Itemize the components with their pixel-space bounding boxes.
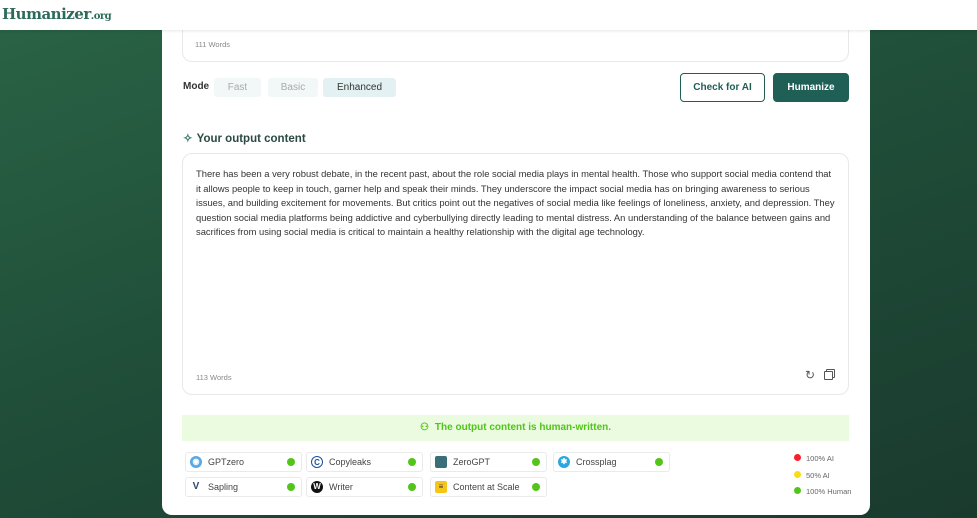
logo[interactable]: Humanizer.org <box>2 5 112 23</box>
legend-label: 50% AI <box>806 471 830 480</box>
detector-name: Crossplag <box>576 457 617 467</box>
detector-name: Content at Scale <box>453 482 520 492</box>
user-check-icon: ⚇ <box>419 422 429 433</box>
humanizer-card: 111 Words Mode Fast Basic Enhanced Check… <box>162 20 870 515</box>
result-text: The output content is human-written. <box>434 422 612 433</box>
writer-icon: W <box>311 481 323 493</box>
sparkle-icon: ✧ <box>183 133 193 145</box>
detector-content-at-scale: ≡ Content at Scale <box>430 477 547 497</box>
detector-sapling: V Sapling <box>185 477 302 497</box>
input-word-count: 111 Words <box>195 40 231 49</box>
legend-human: 100% Human <box>794 487 851 496</box>
crossplag-icon: ✱ <box>558 456 570 468</box>
yellow-dot <box>794 471 801 478</box>
detector-name: GPTzero <box>208 457 245 467</box>
logo-suffix: .org <box>90 11 112 22</box>
status-dot <box>408 483 416 491</box>
mode-basic[interactable]: Basic <box>268 78 318 97</box>
detector-gptzero: ◉ GPTzero <box>185 452 302 472</box>
legend-label: 100% AI <box>806 454 834 463</box>
green-dot <box>794 487 801 494</box>
output-box[interactable]: There has been a very robust debate, in … <box>182 153 849 395</box>
content-at-scale-icon: ≡ <box>435 481 447 493</box>
detector-name: ZeroGPT <box>453 457 491 467</box>
gptzero-icon: ◉ <box>190 456 202 468</box>
output-text[interactable]: There has been a very robust debate, in … <box>196 167 836 240</box>
red-dot <box>794 454 801 461</box>
status-dot <box>408 458 416 466</box>
detector-zerogpt: ZeroGPT <box>430 452 547 472</box>
output-word-count: 113 Words <box>196 373 232 382</box>
status-dot <box>287 458 295 466</box>
legend-half-ai: 50% AI <box>794 471 830 480</box>
legend-label: 100% Human <box>806 487 852 496</box>
detector-name: Sapling <box>208 482 239 492</box>
mode-enhanced[interactable]: Enhanced <box>323 78 396 97</box>
status-dot <box>287 483 295 491</box>
zerogpt-icon <box>435 456 447 468</box>
mode-fast[interactable]: Fast <box>214 78 261 97</box>
logo-text: Humanizer <box>2 5 91 23</box>
copy-icon[interactable] <box>824 371 833 380</box>
status-dot <box>532 458 540 466</box>
detector-copyleaks: C Copyleaks <box>306 452 423 472</box>
humanize-button[interactable]: Humanize <box>773 73 849 102</box>
detector-name: Writer <box>329 482 353 492</box>
refresh-icon[interactable]: ↻ <box>805 368 815 382</box>
mode-label: Mode <box>183 81 210 92</box>
check-for-ai-button[interactable]: Check for AI <box>680 73 765 102</box>
output-title-text: Your output content <box>196 133 306 145</box>
detector-crossplag: ✱ Crossplag <box>553 452 670 472</box>
copyleaks-icon: C <box>311 456 323 468</box>
legend-ai: 100% AI <box>794 454 834 463</box>
status-dot <box>532 483 540 491</box>
result-banner: ⚇ The output content is human-written. <box>182 415 849 441</box>
sapling-icon: V <box>192 481 200 492</box>
detector-writer: W Writer <box>306 477 423 497</box>
output-title: ✧ Your output content <box>183 131 306 145</box>
detector-name: Copyleaks <box>329 457 372 467</box>
header: Humanizer.org <box>0 0 977 30</box>
status-dot <box>655 458 663 466</box>
